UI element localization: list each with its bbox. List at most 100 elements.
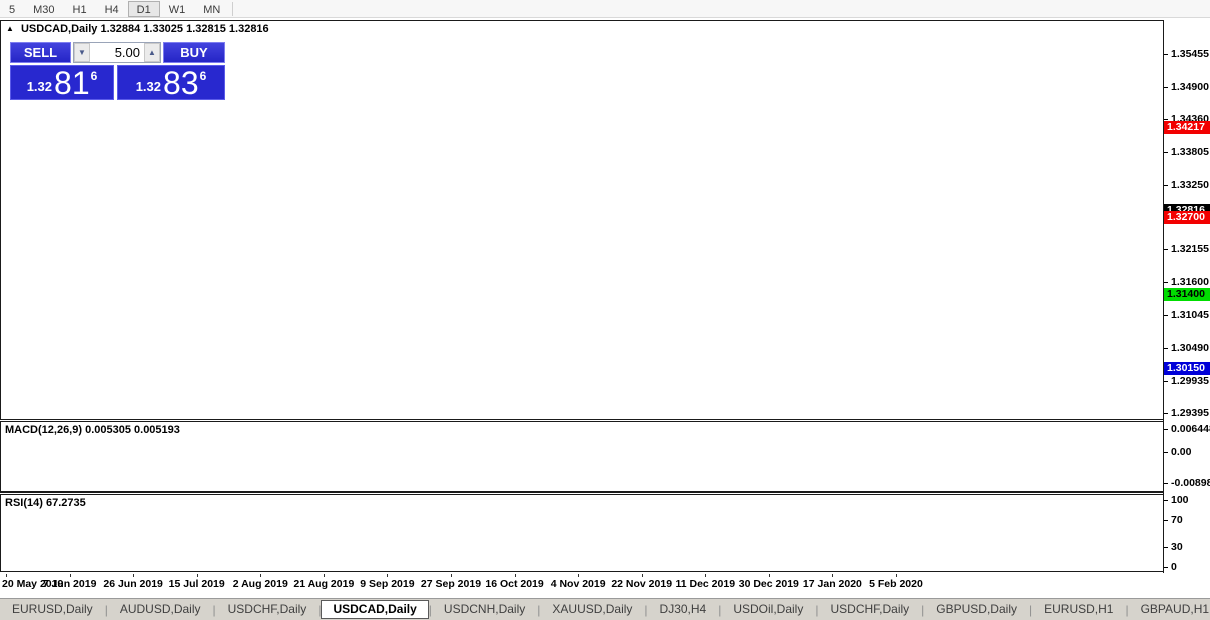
date-label: 30 Dec 2019: [739, 578, 799, 590]
axis-tick: [1164, 547, 1168, 548]
tab-gbpusd-daily[interactable]: GBPUSD,Daily: [924, 600, 1029, 619]
sell-button[interactable]: SELL: [10, 42, 71, 63]
buy-price-button[interactable]: 1.32 83 6: [117, 65, 225, 100]
price-tick-label: 1.30490: [1171, 342, 1209, 354]
toolbar-separator: [232, 2, 233, 16]
axis-tick: [1164, 249, 1168, 250]
price-tick-label: 1.33250: [1171, 179, 1209, 191]
timeframe-m30[interactable]: M30: [24, 1, 63, 17]
price-tick-label: 1.35455: [1171, 48, 1209, 60]
symbol-tab-bar: EURUSD,Daily|AUDUSD,Daily|USDCHF,Daily|U…: [0, 598, 1210, 620]
rsi-label: RSI(14) 67.2735: [5, 497, 86, 509]
date-tick: [324, 574, 325, 577]
date-tick: [832, 574, 833, 577]
tab-usdcnh-daily[interactable]: USDCNH,Daily: [432, 600, 537, 619]
axis-tick: [1164, 54, 1168, 55]
chart-symbol: USDCAD,Daily: [21, 23, 97, 35]
date-label: 5 Feb 2020: [869, 578, 923, 590]
date-tick: [515, 574, 516, 577]
volume-up-icon[interactable]: ▲: [144, 43, 160, 62]
chart-title: ▲ USDCAD,Daily 1.32884 1.33025 1.32815 1…: [6, 23, 269, 35]
tab-usdchf-daily[interactable]: USDCHF,Daily: [216, 600, 319, 619]
axis-tick: [1164, 152, 1168, 153]
sell-price-big: 81: [54, 69, 90, 97]
axis-tick: [1164, 567, 1168, 568]
date-tick: [133, 574, 134, 577]
date-label: 22 Nov 2019: [611, 578, 672, 590]
timeframe-5[interactable]: 5: [0, 1, 24, 17]
buy-button[interactable]: BUY: [163, 42, 225, 63]
date-label: 2 Aug 2019: [233, 578, 288, 590]
timeframe-toolbar: 5M30H1H4D1W1MN: [0, 0, 1210, 18]
rsi-tick-label: 100: [1171, 494, 1189, 506]
date-label: 27 Sep 2019: [421, 578, 481, 590]
buy-price-big: 83: [163, 69, 199, 97]
date-tick: [769, 574, 770, 577]
axis-tick: [1164, 483, 1168, 484]
rsi-pane[interactable]: [0, 494, 1163, 572]
tab-audusd-daily[interactable]: AUDUSD,Daily: [108, 600, 213, 619]
timeframe-mn[interactable]: MN: [194, 1, 229, 17]
date-axis: 20 May 20197 Jun 201926 Jun 201915 Jul 2…: [0, 574, 1163, 595]
date-tick: [6, 574, 7, 577]
timeframe-w1[interactable]: W1: [160, 1, 195, 17]
axis-tick: [1164, 119, 1168, 120]
date-label: 9 Sep 2019: [360, 578, 414, 590]
price-line-label: 1.32700: [1164, 211, 1210, 224]
date-label: 11 Dec 2019: [675, 578, 735, 590]
volume-spinner: ▼ 5.00 ▲: [73, 42, 161, 63]
date-tick: [387, 574, 388, 577]
one-click-trading-panel: SELL ▼ 5.00 ▲ BUY 1.32 81 6 1.32 83 6: [10, 42, 225, 100]
timeframe-d1[interactable]: D1: [128, 1, 160, 17]
mt4-window: 5M30H1H4D1W1MN 1.354551.349001.343601.33…: [0, 0, 1210, 620]
axis-tick: [1164, 381, 1168, 382]
tab-gbpaud-h1[interactable]: GBPAUD,H1: [1129, 600, 1210, 619]
tab-eurusd-h1[interactable]: EURUSD,H1: [1032, 600, 1125, 619]
date-tick: [260, 574, 261, 577]
tab-usdchf-daily[interactable]: USDCHF,Daily: [818, 600, 921, 619]
timeframe-h4[interactable]: H4: [96, 1, 128, 17]
price-tick-label: 1.29395: [1171, 407, 1209, 419]
date-tick: [896, 574, 897, 577]
date-tick: [451, 574, 452, 577]
tab-dj30-h4[interactable]: DJ30,H4: [648, 600, 719, 619]
price-tick-label: 1.33805: [1171, 146, 1209, 158]
price-tick-label: 1.31600: [1171, 276, 1209, 288]
chart-ohlc: 1.32884 1.33025 1.32815 1.32816: [100, 23, 268, 35]
axis-tick: [1164, 500, 1168, 501]
rsi-tick-label: 70: [1171, 514, 1183, 526]
rsi-tick-label: 30: [1171, 541, 1183, 553]
tab-usdcad-daily[interactable]: USDCAD,Daily: [321, 600, 428, 619]
date-label: 7 Jun 2019: [43, 578, 97, 590]
volume-down-icon[interactable]: ▼: [74, 43, 90, 62]
price-tick-label: 1.31045: [1171, 309, 1209, 321]
price-tick-label: 1.29935: [1171, 375, 1209, 387]
sell-price-button[interactable]: 1.32 81 6: [10, 65, 114, 100]
tab-usdoil-daily[interactable]: USDOil,Daily: [721, 600, 815, 619]
date-tick: [705, 574, 706, 577]
date-label: 4 Nov 2019: [551, 578, 606, 590]
axis-tick: [1164, 348, 1168, 349]
macd-tick-label: -0.008982: [1171, 477, 1210, 489]
date-label: 26 Jun 2019: [103, 578, 163, 590]
date-label: 16 Oct 2019: [485, 578, 543, 590]
macd-tick-label: 0.00: [1171, 446, 1191, 458]
tab-eurusd-daily[interactable]: EURUSD,Daily: [0, 600, 105, 619]
sell-price-prefix: 1.32: [27, 79, 52, 94]
sell-price-pip: 6: [91, 69, 98, 83]
timeframe-h1[interactable]: H1: [64, 1, 96, 17]
volume-input[interactable]: 5.00: [90, 43, 144, 62]
collapse-arrow-icon[interactable]: ▲: [6, 24, 14, 33]
price-tick-label: 1.32155: [1171, 243, 1209, 255]
buy-price-prefix: 1.32: [136, 79, 161, 94]
axis-tick: [1164, 413, 1168, 414]
axis-tick: [1164, 282, 1168, 283]
tab-xauusd-daily[interactable]: XAUUSD,Daily: [540, 600, 644, 619]
macd-tick-label: 0.006448: [1171, 423, 1210, 435]
axis-tick: [1164, 520, 1168, 521]
price-line-label: 1.34217: [1164, 121, 1210, 134]
axis-tick: [1164, 429, 1168, 430]
axis-tick: [1164, 87, 1168, 88]
buy-price-pip: 6: [200, 69, 207, 83]
axis-tick: [1164, 315, 1168, 316]
